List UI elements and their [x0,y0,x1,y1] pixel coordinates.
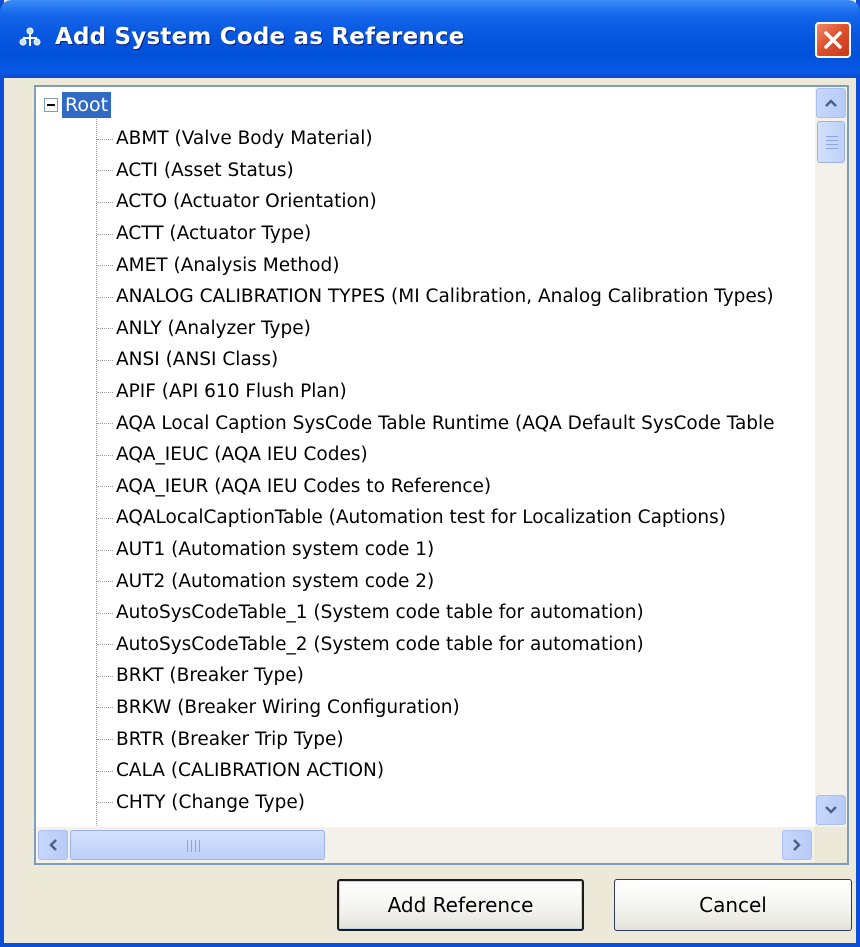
tree-branch-line [97,265,113,267]
tree-viewport: Root ABMT (Valve Body Material) ACTI (Ass… [36,87,816,827]
scroll-right-button[interactable] [782,830,812,860]
tree-root-node[interactable]: Root [44,91,112,119]
tree-branch-line [97,549,113,551]
tree-item-label[interactable]: ANSI (ANSI Class) [116,349,278,370]
chevron-up-icon [825,99,837,107]
add-system-code-dialog: Add System Code as Reference Root ABMT (… [0,0,860,947]
dialog-title: Add System Code as Reference [55,24,465,50]
tree-item-label[interactable]: AQA Local Caption SysCode Table Runtime … [116,413,775,434]
chevron-right-icon [793,839,801,851]
tree-item-label[interactable]: BRKT (Breaker Type) [116,665,304,686]
tree-item-label[interactable]: BRTR (Breaker Trip Type) [116,729,344,750]
tree-item-label[interactable]: APIF (API 610 Flush Plan) [116,381,347,402]
tree-item-label[interactable]: ACTO (Actuator Orientation) [116,191,377,212]
tree-branch-line [97,612,113,614]
chevron-left-icon [49,839,57,851]
tree-item-label[interactable]: CHTY (Change Type) [116,792,305,813]
tree-branch-line [97,296,113,298]
tree-branch-line [97,138,113,140]
tree-item-label[interactable]: AMET (Analysis Method) [116,255,339,276]
tree-branch-line [97,644,113,646]
close-icon [824,31,842,49]
tree-branch-line [97,391,113,393]
tree-item-label[interactable]: ACTT (Actuator Type) [116,223,311,244]
horizontal-scroll-thumb[interactable] [70,830,325,860]
tree-item-label[interactable]: AQA_IEUC (AQA IEU Codes) [116,444,368,465]
tree-branch-line [97,328,113,330]
scroll-down-button[interactable] [816,795,846,825]
tree-branch-line [97,802,113,804]
tree-branch-line [97,517,113,519]
collapse-toggle-icon[interactable] [44,98,58,112]
network-tree-icon [18,26,42,50]
tree-branch-line [97,739,113,741]
tree-item-label[interactable]: ANALOG CALIBRATION TYPES (MI Calibration… [116,286,774,307]
vertical-scroll-thumb[interactable] [817,121,845,163]
tree-branch-line [97,675,113,677]
tree-item-label[interactable]: AutoSysCodeTable_1 (System code table fo… [116,602,644,623]
tree-item-label[interactable]: AutoSysCodeTable_2 (System code table fo… [116,634,644,655]
tree-branch-line [97,581,113,583]
tree-branch-line [97,170,113,172]
title-bar[interactable]: Add System Code as Reference [0,0,860,78]
tree-connector-line [96,119,97,827]
vertical-scrollbar[interactable] [815,87,847,827]
tree-branch-line [97,486,113,488]
tree-branch-line [97,707,113,709]
tree-branch-line [97,423,113,425]
tree-item-label[interactable]: ACTI (Asset Status) [116,160,294,181]
tree-item-label[interactable]: AUT2 (Automation system code 2) [116,571,434,592]
tree-item-label[interactable]: AQA_IEUR (AQA IEU Codes to Reference) [116,476,491,497]
tree-root-label[interactable]: Root [62,92,112,118]
cancel-button[interactable]: Cancel [614,879,852,931]
tree-branch-line [97,359,113,361]
tree-item-label[interactable]: ABMT (Valve Body Material) [116,128,373,149]
scroll-left-button[interactable] [38,830,68,860]
close-button[interactable] [815,22,851,58]
tree-branch-line [97,201,113,203]
chevron-down-icon [825,806,837,814]
tree-branch-line [97,454,113,456]
tree-item-label[interactable]: AUT1 (Automation system code 1) [116,539,434,560]
scrollbar-corner [814,827,847,863]
add-reference-button[interactable]: Add Reference [337,879,584,931]
tree-branch-line [97,770,113,772]
tree-item-label[interactable]: CALA (CALIBRATION ACTION) [116,760,384,781]
scroll-up-button[interactable] [816,88,846,118]
system-code-tree[interactable]: Root ABMT (Valve Body Material) ACTI (Ass… [34,85,849,865]
tree-item-label[interactable]: BRKW (Breaker Wiring Configuration) [116,697,460,718]
tree-item-label[interactable]: ANLY (Analyzer Type) [116,318,311,339]
tree-item-label[interactable]: AQALocalCaptionTable (Automation test fo… [116,507,726,528]
horizontal-scrollbar[interactable] [36,827,816,863]
tree-branch-line [97,233,113,235]
